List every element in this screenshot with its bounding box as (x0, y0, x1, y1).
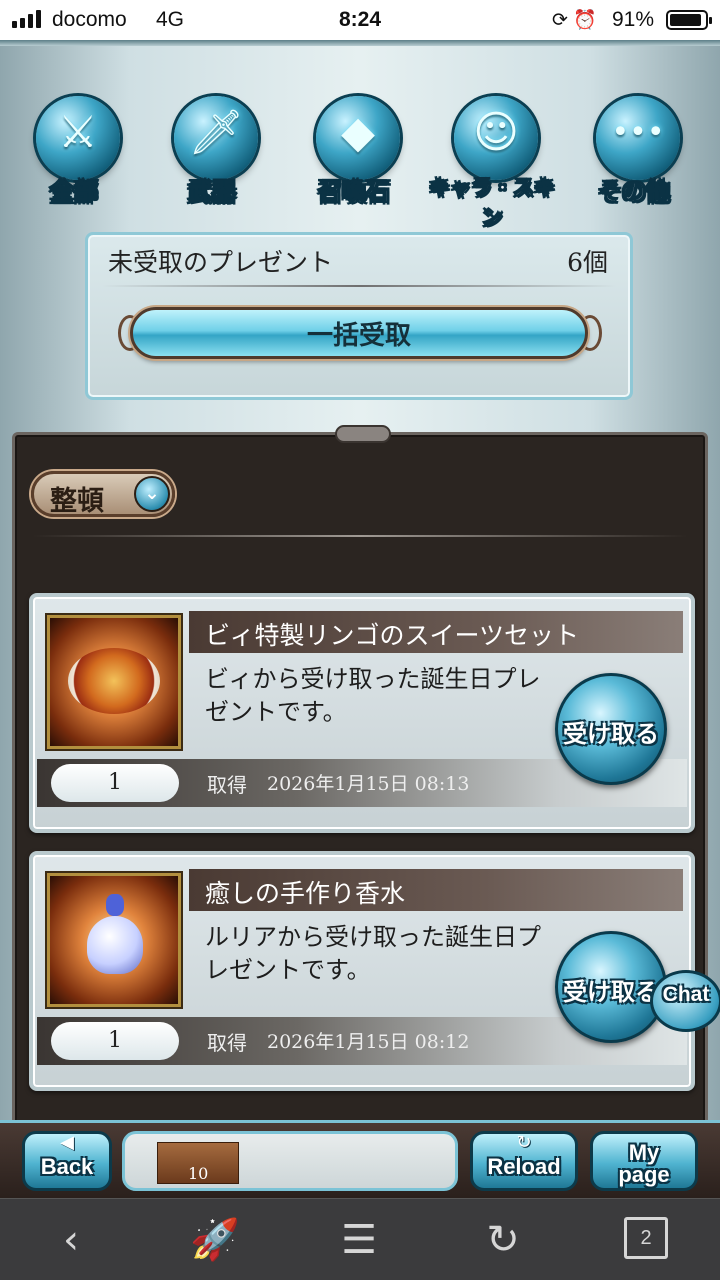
top-strip (0, 40, 720, 46)
rocket-icon[interactable]: 🚀 (190, 1217, 240, 1263)
sword-icon: 🗡 (188, 107, 244, 158)
divider (102, 285, 616, 287)
alarm-icon: ⟳ ⏰ (552, 10, 597, 31)
present-quantity: 1 (51, 1022, 179, 1060)
status-bar: docomo 4G 8:24 ⟳ ⏰ 91% (0, 0, 720, 40)
mypage-button[interactable]: My page (590, 1131, 698, 1191)
back-label: Back (40, 1154, 94, 1179)
item-badge[interactable]: 10 (157, 1142, 239, 1184)
claim-label: 受け取る (563, 720, 659, 748)
present-title: ビィ特製リンゴのスイーツセット (205, 621, 580, 650)
present-title-bar: ビィ特製リンゴのスイーツセット (189, 611, 683, 653)
category-weapon-button[interactable]: 🗡 武器 (152, 80, 272, 230)
present-title: 癒しの手作り香水 (205, 879, 406, 908)
claim-label: 受け取る (563, 978, 659, 1006)
obtained-date: 2026年1月15日 08:12 (267, 1031, 470, 1053)
game-nav-bar: ◀ Back 10 ↻ Reload My page (0, 1120, 720, 1198)
present-list: 整頓 ⌄ ビィ特製リンゴのスイーツセット ビィから受け取った誕生日プレゼントです… (12, 425, 708, 1198)
battery-icon (666, 10, 712, 30)
reload-icon[interactable]: ↻ (478, 1217, 528, 1263)
category-label: その他 (598, 178, 671, 207)
chat-button[interactable]: Chat (650, 970, 720, 1032)
present-title-bar: 癒しの手作り香水 (189, 869, 683, 911)
nav-status-panel: 10 (122, 1131, 458, 1191)
apple-sweets-set-image (47, 615, 181, 749)
sort-button[interactable]: 整頓 ⌄ (31, 471, 175, 517)
reload-label: Reload (487, 1154, 561, 1179)
tab-count-button[interactable]: 2 (624, 1217, 668, 1259)
divider (33, 535, 687, 537)
category-summon-button[interactable]: ◆ 召喚石 (294, 80, 414, 230)
present-description: ルリアから受け取った誕生日プレゼントです。 (205, 923, 541, 984)
present-card: ビィ特製リンゴのスイーツセット ビィから受け取った誕生日プレゼントです。 1 取… (29, 593, 695, 833)
present-card: 癒しの手作り香水 ルリアから受け取った誕生日プレゼントです。 1 取得 2026… (29, 851, 695, 1091)
item-count: 10 (188, 1164, 209, 1183)
sword-shield-icon: ⚔ (58, 106, 98, 158)
reload-button[interactable]: ↻ Reload (470, 1131, 578, 1191)
character-icon: ☺ (473, 106, 519, 158)
back-arrow-icon: ◀ (60, 1132, 74, 1153)
obtained-label: 取得 (207, 1031, 247, 1055)
back-button[interactable]: ◀ Back (22, 1131, 112, 1191)
claim-button[interactable]: 受け取る (555, 931, 667, 1043)
chevron-down-icon: ⌄ (134, 476, 170, 512)
sort-label: 整頓 (50, 486, 104, 517)
menu-icon[interactable]: ☰ (334, 1217, 384, 1263)
obtained-date: 2026年1月15日 08:13 (267, 773, 470, 795)
present-quantity: 1 (51, 764, 179, 802)
perfume-bottle-image (47, 873, 181, 1007)
back-icon[interactable]: ‹ (46, 1217, 96, 1263)
category-label: 武器 (188, 178, 237, 207)
game-view: ⚔ 全部 🗡 武器 ◆ 召喚石 ☺ キャラ・スキン ••• その他 未受取のプレ… (0, 40, 720, 1198)
category-character-skin-button[interactable]: ☺ キャラ・スキン (429, 80, 556, 231)
present-description: ビィから受け取った誕生日プレゼントです。 (205, 665, 541, 726)
category-filter-row: ⚔ 全部 🗡 武器 ◆ 召喚石 ☺ キャラ・スキン ••• その他 (0, 80, 720, 231)
frame-ornament (335, 425, 391, 443)
mypage-label: My page (618, 1140, 670, 1187)
reload-icon: ↻ (516, 1132, 532, 1153)
category-other-button[interactable]: ••• その他 (574, 80, 694, 230)
chat-label: Chat (662, 983, 710, 1006)
obtained-label: 取得 (207, 773, 247, 797)
claim-all-button[interactable]: 一括受取 (130, 307, 588, 359)
more-icon: ••• (611, 114, 665, 150)
unclaimed-label: 未受取のプレゼント (108, 248, 334, 277)
unclaimed-count: 6個 (567, 248, 608, 277)
battery-percent: 91% (612, 8, 655, 31)
category-all-button[interactable]: ⚔ 全部 (14, 80, 134, 230)
unclaimed-presents-panel: 未受取のプレゼント 6個 一括受取 (85, 232, 633, 400)
category-label: キャラ・スキン (429, 176, 556, 231)
category-label: 召喚石 (318, 178, 391, 207)
crystal-icon: ◆ (341, 106, 375, 158)
claim-button[interactable]: 受け取る (555, 673, 667, 785)
browser-toolbar: ‹ 🚀 ☰ ↻ 2 (0, 1198, 720, 1280)
category-label: 全部 (50, 178, 99, 207)
